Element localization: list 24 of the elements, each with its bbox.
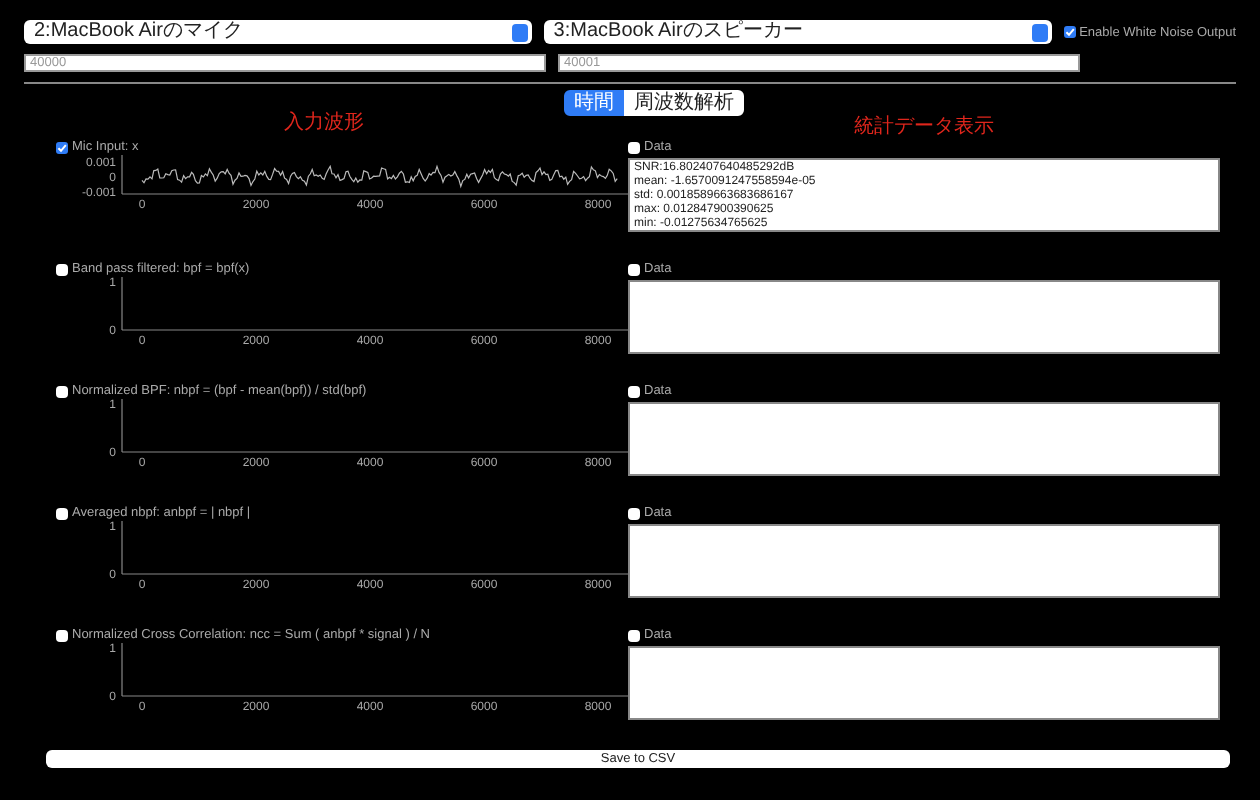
checkbox[interactable]	[56, 385, 68, 397]
y-axis	[121, 520, 123, 575]
checkbox[interactable]	[628, 629, 640, 641]
section-heading: 入力波形	[282, 110, 366, 136]
checkbox[interactable]	[1063, 26, 1076, 38]
checkbox[interactable]	[56, 507, 68, 519]
checkbox[interactable]	[56, 629, 68, 641]
y-axis	[121, 154, 123, 195]
device-select[interactable]: 2:MacBook Airのマイク	[24, 20, 532, 44]
checkbox[interactable]	[628, 263, 640, 275]
stepper-icon	[511, 23, 528, 41]
section-heading: 統計データ表示	[852, 114, 996, 140]
checkbox[interactable]	[628, 385, 640, 397]
y-axis	[121, 642, 123, 697]
stepper-icon	[1031, 23, 1048, 41]
y-axis	[121, 398, 123, 453]
tab[interactable]: 時間	[564, 90, 624, 116]
checkbox[interactable]	[56, 263, 68, 275]
checkbox[interactable]	[56, 141, 68, 153]
checkbox[interactable]	[628, 141, 640, 153]
tab[interactable]: 周波数解析	[624, 90, 744, 116]
checkbox[interactable]	[628, 507, 640, 519]
y-axis	[121, 276, 123, 331]
device-select[interactable]: 3:MacBook Airのスピーカー	[543, 20, 1052, 44]
